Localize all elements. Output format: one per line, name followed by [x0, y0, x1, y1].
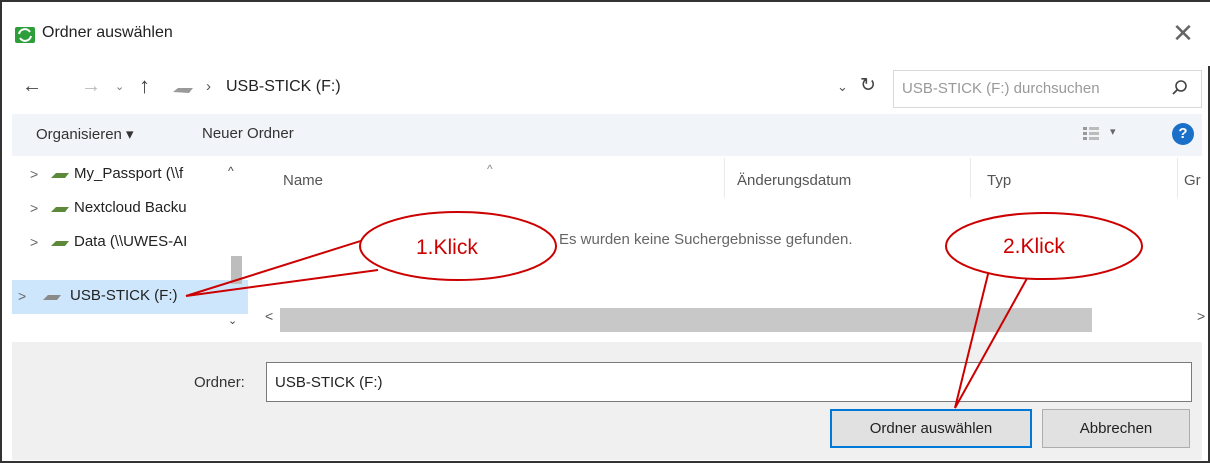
address-path[interactable]: USB-STICK (F:): [226, 78, 341, 96]
close-icon[interactable]: ✕: [1168, 18, 1198, 48]
sidebar-item-my-passport[interactable]: > My_Passport (\\f: [12, 158, 248, 192]
search-input[interactable]: USB-STICK (F:) durchsuchen: [893, 70, 1202, 108]
network-drive-icon: [51, 173, 69, 178]
folder-field-label: Ordner:: [194, 374, 245, 391]
callout-1-label: 1.Klick: [416, 236, 478, 259]
nav-scroll-up-icon[interactable]: ^: [228, 164, 234, 178]
sidebar-item-label: Nextcloud Backu: [74, 199, 187, 216]
search-placeholder: USB-STICK (F:) durchsuchen: [902, 80, 1100, 97]
horizontal-scrollbar-thumb[interactable]: [280, 308, 1092, 332]
sidebar-item-label: USB-STICK (F:): [70, 287, 178, 304]
expand-chevron-icon[interactable]: >: [30, 200, 38, 216]
empty-result-message: Es wurden keine Suchergebnisse gefunden.: [559, 231, 853, 248]
command-toolbar: Organisieren ▾ Neuer Ordner ▾ ?: [12, 114, 1202, 156]
column-header-type[interactable]: Typ: [987, 172, 1011, 189]
back-arrow-icon[interactable]: ←: [22, 75, 42, 98]
callout-2-label: 2.Klick: [1003, 235, 1065, 258]
column-header-name[interactable]: Name: [283, 172, 323, 189]
up-arrow-icon[interactable]: ↑: [139, 73, 150, 99]
view-options-icon[interactable]: [1082, 126, 1100, 142]
column-header-date[interactable]: Änderungsdatum: [737, 172, 851, 189]
usb-drive-icon: [173, 88, 193, 93]
sidebar-item-label: Data (\\UWES-AI: [74, 233, 188, 250]
forward-arrow-icon[interactable]: →: [81, 75, 101, 98]
scroll-right-arrow-icon[interactable]: >: [1197, 308, 1205, 324]
cancel-button[interactable]: Abbrechen: [1042, 409, 1190, 448]
nav-scroll-down-icon[interactable]: ⌄: [228, 314, 237, 327]
usb-drive-icon: [43, 295, 61, 300]
breadcrumb-separator[interactable]: ›: [206, 78, 211, 95]
expand-chevron-icon[interactable]: >: [18, 288, 26, 304]
dialog-window: Ordner auswählen ✕ ← → ⌄ ↑ › USB-STICK (…: [0, 0, 1210, 463]
column-divider[interactable]: [724, 158, 725, 198]
nav-scrollbar-thumb[interactable]: [231, 256, 242, 284]
column-divider[interactable]: [970, 158, 971, 198]
expand-chevron-icon[interactable]: >: [30, 166, 38, 182]
recent-locations-chevron-icon[interactable]: ⌄: [115, 80, 124, 93]
expand-chevron-icon[interactable]: >: [30, 234, 38, 250]
help-icon[interactable]: ?: [1172, 123, 1194, 145]
network-drive-icon: [51, 207, 69, 212]
title-bar: Ordner auswählen ✕: [2, 2, 1210, 66]
view-options-chevron-icon[interactable]: ▾: [1110, 125, 1116, 138]
sidebar-item-usb-stick[interactable]: > USB-STICK (F:): [12, 280, 248, 314]
sort-indicator-icon: ^: [487, 162, 493, 176]
sidebar-item-data[interactable]: > Data (\\UWES-AI: [12, 226, 248, 260]
select-folder-button[interactable]: Ordner auswählen: [830, 409, 1032, 448]
sidebar-item-label: My_Passport (\\f: [74, 165, 184, 182]
address-dropdown-chevron-icon[interactable]: ⌄: [837, 79, 848, 95]
new-folder-button[interactable]: Neuer Ordner: [202, 125, 294, 142]
window-title: Ordner auswählen: [42, 24, 173, 41]
column-divider[interactable]: [1177, 158, 1178, 198]
column-header-size[interactable]: Gr: [1184, 172, 1201, 189]
network-drive-icon: [51, 241, 69, 246]
folder-name-input[interactable]: [266, 362, 1192, 402]
search-icon[interactable]: [1171, 79, 1189, 97]
sidebar-item-nextcloud-backup[interactable]: > Nextcloud Backu: [12, 192, 248, 226]
app-folder-icon: [15, 27, 35, 43]
scroll-left-arrow-icon[interactable]: <: [265, 308, 273, 324]
navigation-pane: > My_Passport (\\f > Nextcloud Backu > D…: [12, 158, 248, 338]
refresh-icon[interactable]: ↻: [860, 74, 876, 97]
organize-menu-button[interactable]: Organisieren ▾: [36, 125, 134, 143]
